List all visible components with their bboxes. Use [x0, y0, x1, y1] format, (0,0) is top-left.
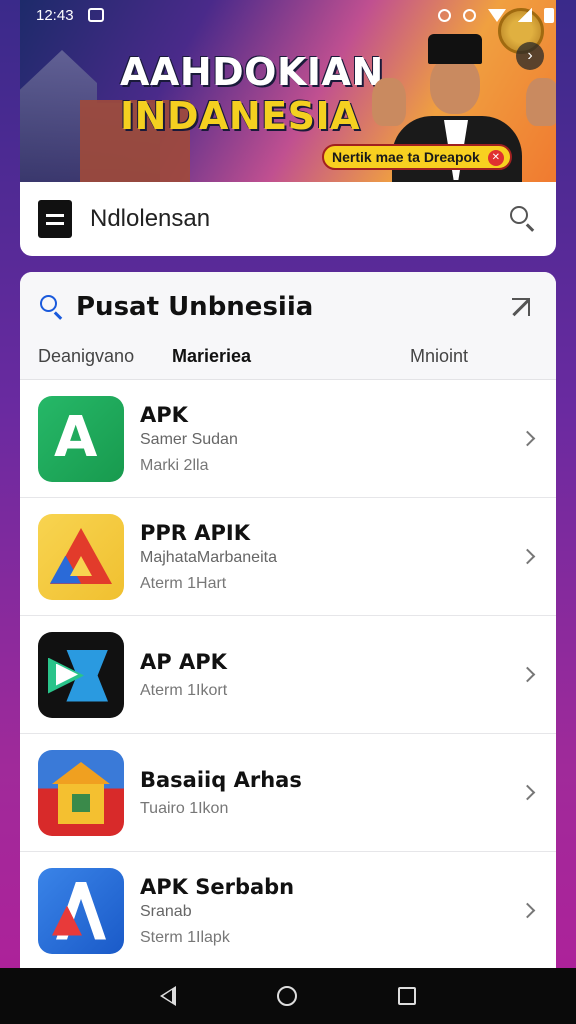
chevron-right-icon — [518, 783, 538, 803]
battery-icon — [544, 7, 554, 23]
menu-button[interactable] — [38, 200, 72, 238]
list-item[interactable]: PPR APIK MajhataMarbaneita Aterm 1Hart — [20, 498, 556, 616]
alarm-icon — [438, 8, 451, 22]
app-meta: Aterm 1Ikort — [140, 681, 228, 699]
chevron-right-icon — [518, 547, 538, 567]
page-title: Pusat Unbnesiia — [76, 292, 314, 322]
app-list: A APK Samer Sudan Marki 2lla PPR APIK Ma… — [20, 380, 556, 970]
list-item[interactable]: AP APK Aterm 1Ikort — [20, 616, 556, 734]
tab-deanigvano[interactable]: Deanigvano — [38, 346, 134, 367]
chevron-right-icon — [518, 901, 538, 921]
app-meta: Aterm 1Hart — [140, 574, 227, 592]
signal-icon — [518, 8, 532, 22]
header-search-icon[interactable] — [38, 293, 66, 321]
app-meta: Tuairo 1Ikon — [140, 799, 229, 817]
main-card: Pusat Unbnesiia Deanigvano Marieriea Mni… — [20, 272, 556, 972]
recents-icon[interactable] — [397, 987, 416, 1005]
system-nav-bar — [0, 968, 576, 1024]
green-apk-icon: A — [38, 395, 124, 482]
list-item[interactable]: Basaiiq Arhas Tuairo 1Ikon — [20, 734, 556, 852]
banner-pill-label: Nertik mae ta Dreapok — [332, 149, 480, 165]
location-icon — [463, 8, 476, 22]
app-subtitle: Samer Sudan — [140, 430, 238, 448]
wifi-icon — [488, 8, 506, 22]
triangle-apk-icon — [38, 513, 124, 600]
tab-bar: Deanigvano Marieriea Mnioint — [20, 342, 556, 380]
person-head — [430, 56, 480, 114]
banner-pill[interactable]: Nertik mae ta Dreapok ✕ — [322, 144, 512, 170]
tab-mnioint[interactable]: Mnioint — [410, 346, 468, 367]
app-meta: Marki 2lla — [140, 456, 209, 474]
list-item[interactable]: APK Serbabn Sranab Sterm 1Ilapk — [20, 852, 556, 970]
person-cap — [428, 34, 482, 64]
waving-hand-right — [526, 78, 556, 126]
chevron-right-icon — [518, 665, 538, 685]
menu-line-icon — [46, 213, 64, 217]
house-apk-icon — [38, 749, 124, 836]
app-subtitle: MajhataMarbaneita — [140, 548, 277, 566]
status-right — [438, 7, 554, 23]
app-name: AP APK — [140, 649, 227, 674]
banner-next-icon[interactable]: › — [516, 42, 544, 70]
app-name: PPR APIK — [140, 520, 250, 545]
tab-marieriea[interactable]: Marieriea — [172, 346, 251, 367]
banner-title-line1: AAHDOKIAN — [120, 50, 384, 94]
dark-x-apk-icon — [38, 631, 124, 718]
waving-hand-left — [372, 78, 406, 126]
back-icon[interactable] — [160, 986, 177, 1006]
status-time: 12:43 — [36, 6, 74, 24]
chevron-right-icon — [518, 429, 538, 449]
app-meta: Sterm 1Ilapk — [140, 928, 230, 946]
app-name: APK Serbabn — [140, 874, 295, 899]
banner-title-line2: INDANESIA — [120, 94, 361, 138]
list-item[interactable]: A APK Samer Sudan Marki 2lla — [20, 380, 556, 498]
status-left: 12:43 — [36, 7, 104, 24]
search-input[interactable]: Ndlolensan — [90, 205, 508, 233]
share-icon[interactable] — [508, 292, 538, 322]
notification-icon — [87, 8, 104, 22]
status-bar: 12:43 — [0, 0, 576, 30]
app-name: APK — [140, 402, 188, 427]
pill-close-icon: ✕ — [487, 150, 504, 166]
app-name: Basaiiq Arhas — [140, 767, 302, 792]
search-icon[interactable] — [508, 204, 538, 234]
menu-line-icon — [46, 221, 64, 225]
search-bar[interactable]: Ndlolensan — [20, 182, 556, 256]
main-header: Pusat Unbnesiia — [20, 272, 556, 342]
app-subtitle: Sranab — [140, 902, 192, 920]
blue-a-apk-icon — [38, 867, 124, 954]
home-icon[interactable] — [276, 986, 297, 1006]
